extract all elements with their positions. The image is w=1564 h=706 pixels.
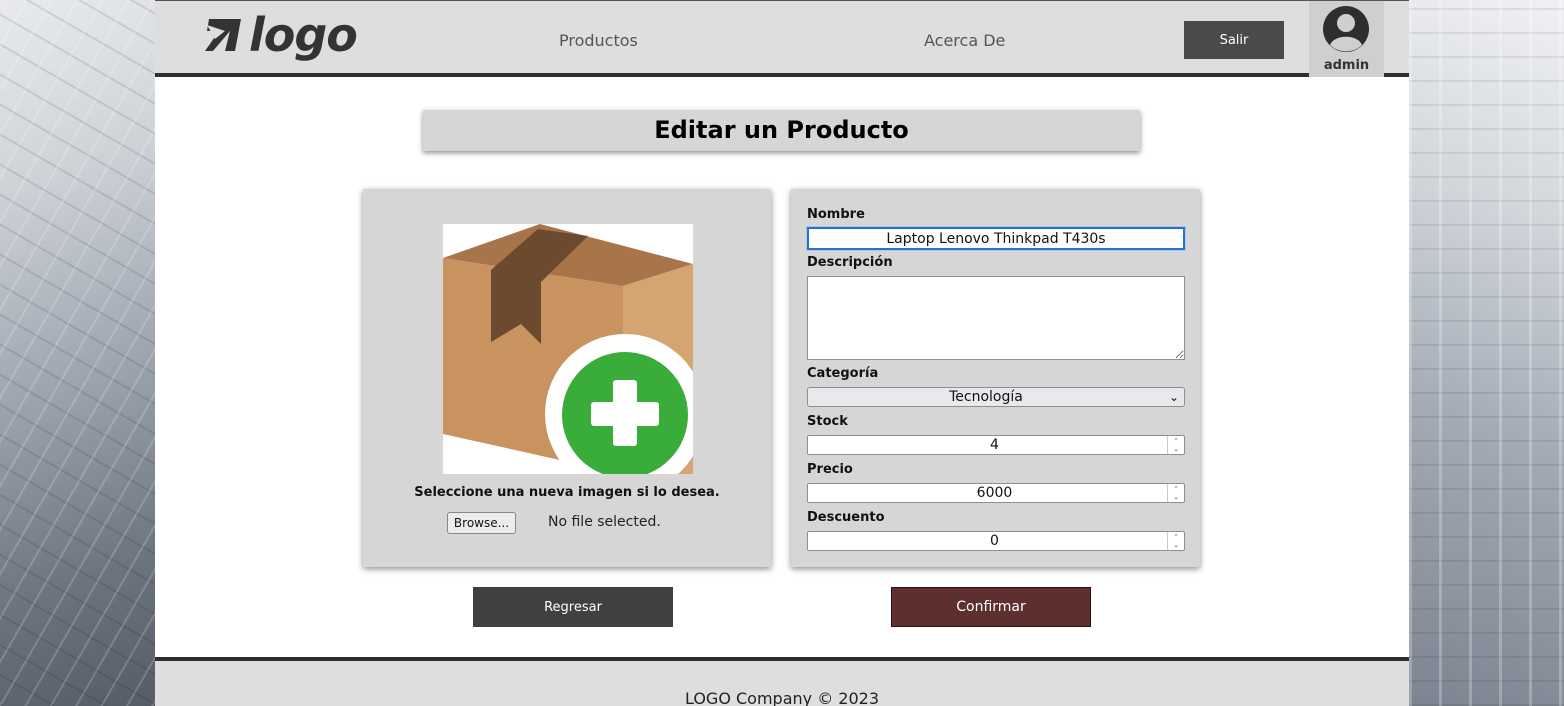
file-status: No file selected. <box>548 514 661 530</box>
logout-button[interactable]: Salir <box>1184 21 1284 59</box>
descuento-label: Descuento <box>807 510 885 525</box>
user-menu[interactable]: admin <box>1309 1 1384 77</box>
confirm-button[interactable]: Confirmar <box>891 587 1091 627</box>
background-city-left <box>0 0 155 706</box>
logo[interactable]: logo <box>205 8 358 62</box>
product-image <box>443 224 693 474</box>
footer-copyright: LOGO Company © 2023 <box>684 689 880 706</box>
nombre-label: Nombre <box>807 207 865 222</box>
categoria-label: Categoría <box>807 366 879 381</box>
stock-spinner-icon[interactable]: ⌃ ⌄ <box>1167 436 1184 454</box>
user-avatar-icon <box>1323 6 1369 52</box>
descripcion-textarea[interactable] <box>807 276 1185 360</box>
image-panel: Seleccione una nueva imagen si lo desea.… <box>363 189 771 567</box>
categoria-selected-value: Tecnología <box>949 389 1023 405</box>
descuento-value: 0 <box>990 533 999 549</box>
precio-input[interactable]: 6000 ⌃ ⌄ <box>807 483 1185 503</box>
product-form: Nombre Descripción Categoría Tecnología … <box>791 189 1200 567</box>
browse-button[interactable]: Browse... <box>447 512 516 534</box>
stock-value: 4 <box>990 437 999 453</box>
user-name: admin <box>1323 58 1370 73</box>
precio-value: 6000 <box>976 485 1013 501</box>
logo-text: logo <box>249 8 358 62</box>
page-title: Editar un Producto <box>654 116 909 144</box>
page-title-bar: Editar un Producto <box>423 110 1140 151</box>
box-add-icon <box>443 224 693 474</box>
stock-label: Stock <box>807 414 848 429</box>
descuento-input[interactable]: 0 ⌃ ⌄ <box>807 531 1185 551</box>
nombre-input[interactable] <box>806 226 1186 251</box>
nav-link-productos[interactable]: Productos <box>559 31 638 50</box>
precio-label: Precio <box>807 462 853 477</box>
image-hint: Seleccione una nueva imagen si lo desea. <box>414 485 720 500</box>
header: logo Productos Acerca De Salir admin <box>155 0 1409 77</box>
back-button[interactable]: Regresar <box>473 587 673 627</box>
nav-link-acerca-de[interactable]: Acerca De <box>924 31 1005 50</box>
background-city-right <box>1409 0 1564 706</box>
categoria-select[interactable]: Tecnología ⌄ <box>807 387 1185 407</box>
descuento-spinner-icon[interactable]: ⌃ ⌄ <box>1167 532 1184 550</box>
footer: LOGO Company © 2023 <box>155 657 1409 706</box>
descripcion-label: Descripción <box>807 255 893 270</box>
page-container: logo Productos Acerca De Salir admin Edi… <box>155 0 1409 706</box>
precio-spinner-icon[interactable]: ⌃ ⌄ <box>1167 484 1184 502</box>
chevron-down-icon: ⌄ <box>1168 390 1180 404</box>
stock-input[interactable]: 4 ⌃ ⌄ <box>807 435 1185 455</box>
logo-mark-icon <box>205 19 241 51</box>
